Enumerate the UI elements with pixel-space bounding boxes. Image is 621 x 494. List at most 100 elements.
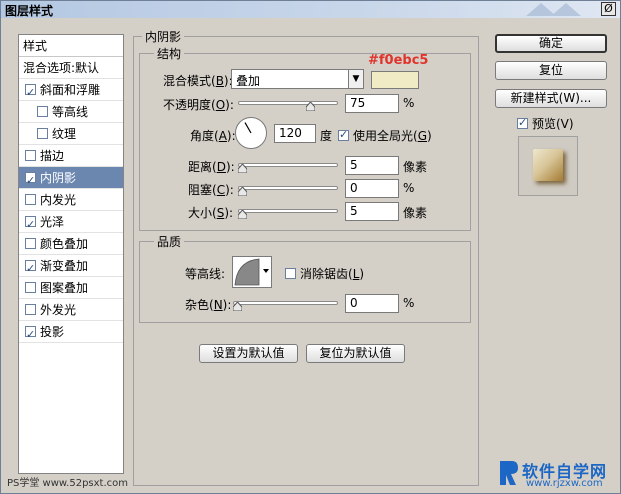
opacity-label: 不透明度(O): (163, 98, 234, 112)
choke-slider[interactable] (238, 182, 338, 196)
quality-legend: 品质 (154, 233, 185, 250)
style-item-checkbox[interactable] (37, 106, 48, 117)
global-light-label: 使用全局光( (353, 129, 418, 143)
watermark-left: PS学堂 www.52psxt.com (7, 478, 129, 489)
titlebar-pattern-icon (526, 3, 581, 16)
style-item-label: 内阴影 (40, 171, 77, 185)
style-item-label: 光泽 (40, 215, 65, 229)
choke-label: 阻塞(C): (188, 183, 234, 197)
opacity-slider[interactable] (238, 97, 338, 111)
noise-label: 杂色(N): (185, 298, 232, 312)
noise-slider-thumb[interactable] (233, 302, 242, 311)
style-item[interactable]: 描边 (19, 145, 123, 167)
reset-default-button[interactable]: 复位为默认值 (306, 344, 405, 363)
style-item-checkbox[interactable] (25, 150, 36, 161)
style-item-checkbox[interactable] (37, 128, 48, 139)
style-item-checkbox[interactable] (25, 214, 36, 236)
choke-slider-thumb[interactable] (238, 187, 247, 196)
style-item-label: 投影 (40, 325, 65, 339)
choke-percent: % (403, 181, 415, 195)
distance-slider[interactable] (238, 159, 338, 173)
style-list-header[interactable]: 样式 (19, 35, 123, 57)
blend-mode-value: 叠加 (236, 74, 261, 88)
preview-checkbox-wrap[interactable]: 预览(V) (517, 115, 574, 132)
style-preview (518, 136, 578, 196)
title-bar[interactable]: 图层样式 Ø (1, 1, 620, 18)
style-item[interactable]: 颜色叠加 (19, 233, 123, 255)
blend-options-item[interactable]: 混合选项:默认 (19, 57, 123, 79)
size-input[interactable]: 5 (345, 202, 399, 221)
style-item[interactable]: 内发光 (19, 189, 123, 211)
style-item[interactable]: 等高线 (19, 101, 123, 123)
blend-mode-label: 混合模式(B): (163, 74, 233, 88)
distance-unit: 像素 (403, 160, 428, 174)
style-item-checkbox[interactable] (25, 194, 36, 205)
noise-slider[interactable] (233, 297, 338, 311)
contour-picker[interactable] (232, 256, 272, 288)
dialog-body: 样式 混合选项:默认 斜面和浮雕等高线纹理描边内阴影内发光光泽颜色叠加渐变叠加图… (1, 18, 620, 493)
size-slider-thumb[interactable] (238, 210, 247, 219)
size-unit: 像素 (403, 206, 428, 220)
style-item-label: 描边 (40, 149, 65, 163)
angle-input[interactable]: 120 (274, 124, 316, 143)
noise-input[interactable]: 0 (345, 294, 399, 313)
distance-slider-thumb[interactable] (238, 164, 247, 173)
shadow-color-swatch[interactable] (371, 71, 419, 89)
style-item[interactable]: 内阴影 (19, 167, 123, 192)
structure-legend: 结构 (154, 45, 185, 62)
size-label: 大小(S): (188, 206, 234, 220)
new-style-button[interactable]: 新建样式(W)... (495, 89, 607, 108)
style-item[interactable]: 外发光 (19, 299, 123, 321)
opacity-slider-thumb[interactable] (306, 102, 315, 111)
set-default-button[interactable]: 设置为默认值 (199, 344, 298, 363)
style-item[interactable]: 光泽 (19, 211, 123, 236)
close-icon[interactable]: Ø (601, 2, 616, 16)
quality-group: 品质 等高线: 消除锯齿(L) 杂色(N): 0 % (139, 233, 471, 323)
contour-curve-icon (234, 258, 269, 286)
angle-dial-needle (244, 122, 252, 134)
style-item-label: 颜色叠加 (40, 237, 89, 251)
style-item-checkbox[interactable] (25, 82, 36, 104)
inner-shadow-group: 内阴影 结构 混合模式(B): 叠加 ▼ #f0ebc5 不透明度(O): 75… (133, 28, 479, 486)
style-item-label: 纹理 (52, 127, 77, 141)
opacity-slider-track (238, 101, 338, 105)
style-item-label: 内发光 (40, 193, 77, 207)
watermark-right-url: www.rjzxw.com (526, 478, 603, 489)
style-item-checkbox[interactable] (25, 258, 36, 280)
global-light-checkbox-wrap[interactable]: 使用全局光(G) (338, 127, 432, 144)
antialias-checkbox-wrap[interactable]: 消除锯齿(L) (285, 265, 364, 282)
size-slider-track (238, 209, 338, 213)
style-item-checkbox[interactable] (25, 282, 36, 293)
style-item[interactable]: 斜面和浮雕 (19, 79, 123, 104)
distance-label: 距离(D): (188, 160, 235, 174)
style-item-checkbox[interactable] (25, 170, 36, 192)
blend-mode-select[interactable]: 叠加 ▼ (231, 69, 364, 89)
reset-button[interactable]: 复位 (495, 61, 607, 80)
angle-label: 角度(A): (190, 129, 236, 143)
style-item[interactable]: 投影 (19, 321, 123, 346)
antialias-checkbox[interactable] (285, 268, 296, 279)
dialog-title: 图层样式 (5, 4, 54, 18)
size-slider[interactable] (238, 205, 338, 219)
style-item-checkbox[interactable] (25, 304, 36, 315)
ok-button[interactable]: 确定 (495, 34, 607, 53)
style-item-label: 图案叠加 (40, 281, 89, 295)
preview-checkbox[interactable] (517, 116, 528, 129)
choke-input[interactable]: 0 (345, 179, 399, 198)
site-logo-icon (500, 461, 518, 485)
style-item[interactable]: 纹理 (19, 123, 123, 145)
style-item-checkbox[interactable] (25, 324, 36, 346)
watermark-right: 软件自学网 www.rjzxw.com (496, 455, 620, 493)
style-item-label: 等高线 (52, 105, 89, 119)
distance-input[interactable]: 5 (345, 156, 399, 175)
choke-slider-track (238, 186, 338, 190)
global-light-checkbox[interactable] (338, 128, 349, 141)
style-item[interactable]: 图案叠加 (19, 277, 123, 299)
noise-slider-track (233, 301, 338, 305)
style-item[interactable]: 渐变叠加 (19, 255, 123, 280)
angle-dial[interactable] (235, 117, 267, 149)
style-item-checkbox[interactable] (25, 238, 36, 249)
antialias-label: 消除锯齿( (300, 267, 353, 281)
opacity-input[interactable]: 75 (345, 94, 399, 113)
layer-style-dialog: 图层样式 Ø 样式 混合选项:默认 斜面和浮雕等高线纹理描边内阴影内发光光泽颜色… (0, 0, 621, 494)
